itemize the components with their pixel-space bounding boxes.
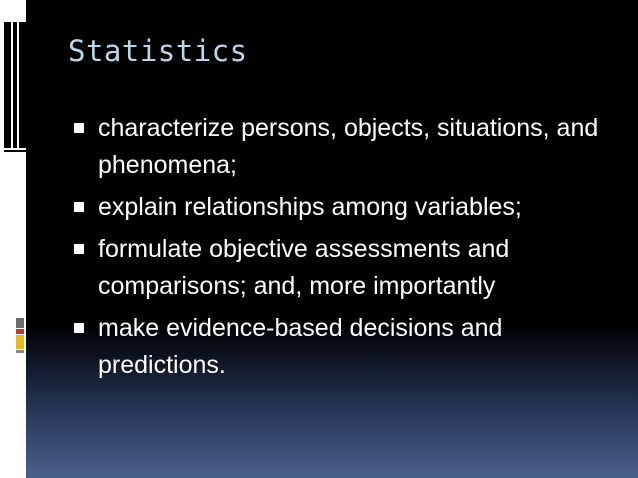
slide: Statistics characterize persons, objects… <box>0 0 638 478</box>
bullet-text: explain relationships among variables; <box>98 193 522 221</box>
decor-bar <box>4 150 26 152</box>
bullet-text: make evidence-based decisions and predic… <box>98 314 503 379</box>
bullet-text: formulate objective assessments and comp… <box>98 235 510 300</box>
bullet-list: characterize persons, objects, situation… <box>72 110 612 389</box>
decor-accent-gray <box>16 350 24 353</box>
decor-accent-red <box>16 329 24 334</box>
decor-accent-gray <box>16 318 24 328</box>
slide-title: Statistics <box>68 34 248 68</box>
bullet-text: characterize persons, objects, situation… <box>98 114 599 179</box>
decor-bar <box>4 22 11 148</box>
bullet-item: formulate objective assessments and comp… <box>72 231 612 305</box>
decor-bar <box>13 22 17 148</box>
square-bullet-icon <box>74 323 84 333</box>
square-bullet-icon <box>74 202 84 212</box>
square-bullet-icon <box>74 244 84 254</box>
bullet-item: explain relationships among variables; <box>72 189 612 226</box>
bullet-item: characterize persons, objects, situation… <box>72 110 612 184</box>
decor-bar <box>19 22 26 148</box>
bullet-item: make evidence-based decisions and predic… <box>72 310 612 384</box>
square-bullet-icon <box>74 123 84 133</box>
decor-accent-yellow <box>16 335 24 349</box>
decorative-bars <box>4 22 26 353</box>
